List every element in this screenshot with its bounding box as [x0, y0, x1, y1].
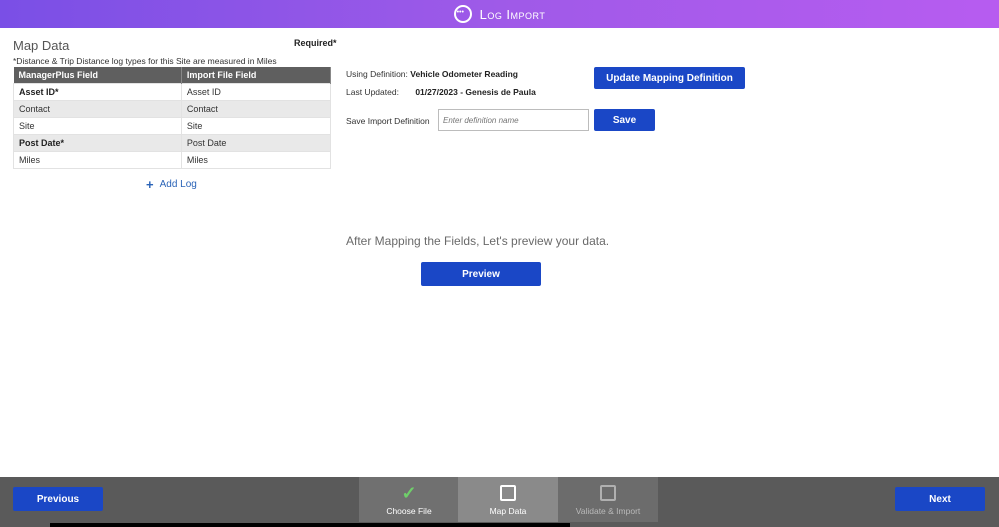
preview-button[interactable]: Preview	[421, 262, 541, 286]
table-header-row: ManagerPlus Field Import File Field	[13, 67, 332, 83]
update-mapping-definition-button[interactable]: Update Mapping Definition	[594, 67, 745, 89]
managerplus-field-cell: Asset ID*	[13, 82, 182, 101]
table-row[interactable]: Contact Contact	[13, 99, 332, 118]
header-bar: Log Import	[0, 0, 999, 28]
bottom-divider	[50, 523, 570, 527]
step-label: Validate & Import	[575, 506, 641, 516]
last-updated-row: Last Updated: 01/27/2023 - Genesis de Pa…	[346, 87, 536, 97]
plus-icon: +	[146, 177, 154, 192]
save-import-definition-label: Save Import Definition	[346, 116, 430, 126]
import-file-field-cell[interactable]: Asset ID	[180, 82, 332, 101]
next-button[interactable]: Next	[895, 487, 985, 511]
step-label: Map Data	[489, 506, 527, 516]
definition-name-input[interactable]	[438, 109, 589, 131]
step-map-data[interactable]: Map Data	[458, 477, 558, 522]
required-label: Required*	[294, 38, 337, 48]
step-label: Choose File	[386, 506, 432, 516]
field-mapping-table: ManagerPlus Field Import File Field Asse…	[13, 67, 332, 169]
step-validate-import: Validate & Import	[558, 477, 658, 522]
table-row[interactable]: Post Date* Post Date	[13, 133, 332, 152]
managerplus-field-cell: Site	[13, 116, 182, 135]
import-file-field-cell[interactable]: Site	[180, 116, 332, 135]
using-definition-value: Vehicle Odometer Reading	[410, 69, 518, 79]
table-row[interactable]: Site Site	[13, 116, 332, 135]
managerplus-field-cell: Miles	[13, 150, 182, 169]
checkbox-icon	[500, 485, 516, 501]
managerplus-field-cell: Post Date*	[13, 133, 182, 152]
step-choose-file[interactable]: ✓ Choose File	[359, 477, 459, 522]
save-button[interactable]: Save	[594, 109, 655, 131]
page-title: Log Import	[479, 6, 546, 22]
column-header-import-file-field: Import File Field	[181, 67, 332, 83]
import-file-field-cell[interactable]: Post Date	[180, 133, 332, 152]
import-file-field-cell[interactable]: Contact	[180, 99, 332, 118]
messages-icon	[453, 5, 472, 23]
using-definition-label: Using Definition:	[346, 69, 408, 79]
add-log-link[interactable]: + Add Log	[146, 177, 197, 192]
distance-note: *Distance & Trip Distance log types for …	[13, 56, 277, 66]
table-row[interactable]: Asset ID* Asset ID	[13, 82, 332, 101]
check-icon: ✓	[401, 483, 417, 503]
previous-button[interactable]: Previous	[13, 487, 103, 511]
column-header-managerplus-field: ManagerPlus Field	[13, 67, 182, 83]
map-data-title: Map Data	[13, 38, 70, 53]
managerplus-field-cell: Contact	[13, 99, 182, 118]
table-row[interactable]: Miles Miles	[13, 150, 332, 169]
last-updated-label: Last Updated:	[346, 87, 399, 97]
import-file-field-cell[interactable]: Miles	[180, 150, 332, 169]
last-updated-value: 01/27/2023 - Genesis de Paula	[415, 87, 536, 97]
using-definition-row: Using Definition: Vehicle Odometer Readi…	[346, 69, 518, 79]
log-import-page: Log Import Map Data Required* *Distance …	[0, 0, 999, 527]
add-log-label: Add Log	[159, 179, 197, 190]
checkbox-icon	[600, 485, 616, 501]
preview-message: After Mapping the Fields, Let's preview …	[346, 234, 610, 248]
